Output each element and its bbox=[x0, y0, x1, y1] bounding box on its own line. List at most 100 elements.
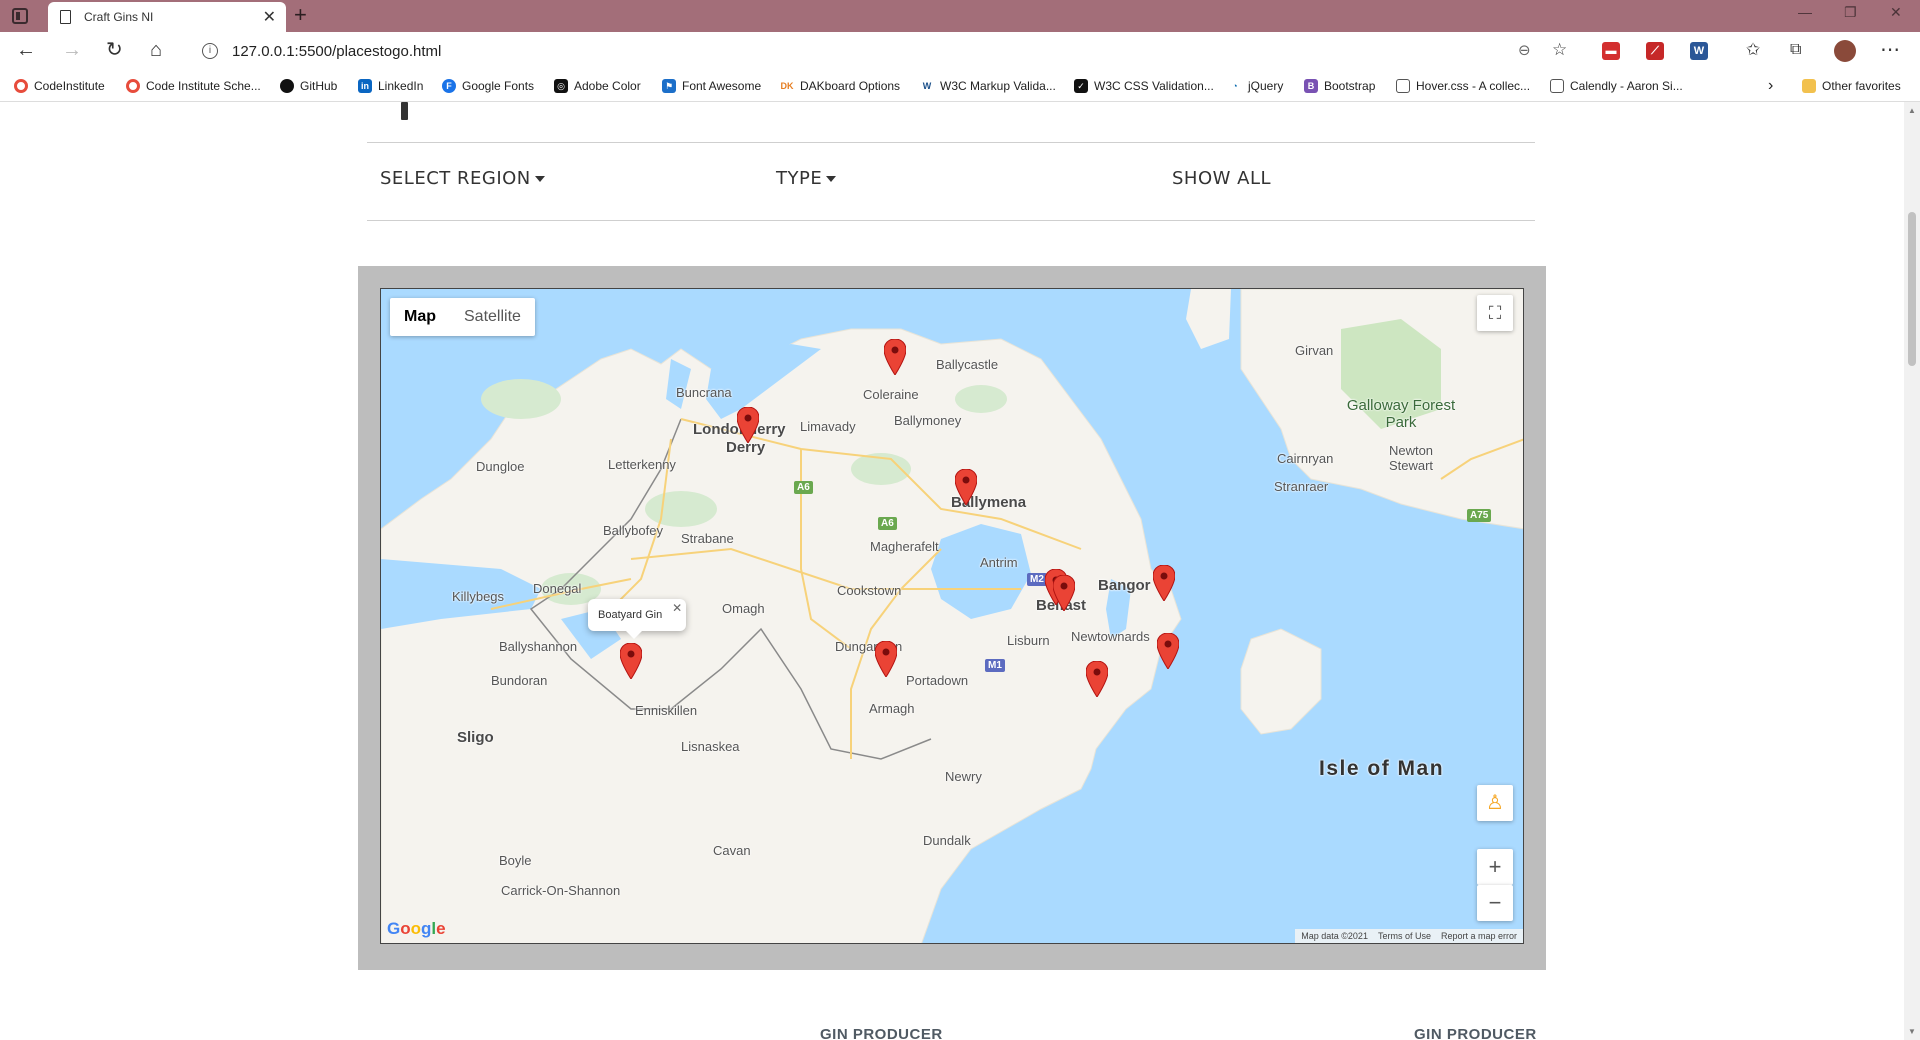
place-label: Coleraine bbox=[863, 387, 919, 402]
extension-red-icon[interactable]: ▬ bbox=[1602, 42, 1620, 60]
terms-of-use-link[interactable]: Terms of Use bbox=[1378, 931, 1431, 941]
zoom-icon[interactable]: ⊖ bbox=[1518, 40, 1531, 62]
place-label: Newton Stewart bbox=[1388, 443, 1434, 473]
dakboard-icon: DK bbox=[780, 79, 794, 93]
map-marker-icon[interactable] bbox=[737, 407, 759, 443]
new-tab-icon[interactable]: + bbox=[294, 2, 307, 28]
more-menu-icon[interactable]: ⋯ bbox=[1880, 39, 1900, 61]
place-label: Cairnryan bbox=[1277, 451, 1334, 466]
favorite-star-icon[interactable]: ☆ bbox=[1552, 39, 1567, 61]
codeinstitute-icon bbox=[126, 79, 140, 93]
map-type-map-button[interactable]: Map bbox=[390, 298, 450, 336]
map-marker-icon[interactable] bbox=[1086, 661, 1108, 697]
bookmark-linkedin[interactable]: in LinkedIn bbox=[358, 77, 423, 95]
bookmark-font-awesome[interactable]: ⚑ Font Awesome bbox=[662, 77, 761, 95]
minimize-icon[interactable]: — bbox=[1798, 4, 1812, 20]
bookmark-dakboard[interactable]: DK DAKboard Options bbox=[780, 77, 900, 95]
map-marker-icon[interactable] bbox=[620, 643, 642, 679]
window-close-icon[interactable]: ✕ bbox=[1890, 4, 1902, 21]
info-window-close-icon[interactable]: ✕ bbox=[672, 601, 682, 615]
home-icon[interactable]: ⌂ bbox=[150, 39, 162, 61]
bookmark-bootstrap[interactable]: B Bootstrap bbox=[1304, 77, 1375, 95]
bookmark-codeinstitute[interactable]: CodeInstitute bbox=[14, 77, 105, 95]
place-label: Ballycastle bbox=[936, 357, 999, 372]
map-type-control: Map Satellite bbox=[390, 298, 535, 336]
partial-element bbox=[401, 102, 408, 120]
linkedin-icon: in bbox=[358, 79, 372, 93]
bookmark-calendly[interactable]: Calendly - Aaron Si... bbox=[1550, 77, 1683, 95]
map-marker-icon[interactable] bbox=[875, 641, 897, 677]
place-label: Isle of Man bbox=[1319, 757, 1445, 780]
scroll-down-icon[interactable]: ▼ bbox=[1908, 1027, 1916, 1036]
google-map[interactable]: Map Satellite ⛶ ♙ + − Ballycastle Colera… bbox=[380, 288, 1524, 944]
place-label: Portadown bbox=[906, 673, 969, 688]
place-label: Ballymoney bbox=[894, 413, 962, 428]
bookmark-adobe-color[interactable]: ◎ Adobe Color bbox=[554, 77, 641, 95]
favorites-icon[interactable]: ✩ bbox=[1746, 39, 1760, 61]
bookmarks-overflow-icon[interactable]: › bbox=[1768, 77, 1773, 95]
page-icon bbox=[60, 10, 71, 24]
road-shield: M2 bbox=[1027, 573, 1047, 586]
bookmark-w3c-markup[interactable]: W W3C Markup Valida... bbox=[920, 77, 1056, 95]
type-label: TYPE bbox=[776, 168, 823, 189]
place-label: Bundoran bbox=[491, 673, 548, 688]
street-view-pegman-icon[interactable]: ♙ bbox=[1477, 785, 1513, 821]
place-label: Bangor bbox=[1098, 577, 1151, 594]
section-heading: GIN PRODUCER bbox=[820, 1026, 943, 1040]
scroll-up-icon[interactable]: ▲ bbox=[1908, 106, 1916, 115]
select-region-dropdown[interactable]: SELECT REGION bbox=[380, 168, 545, 189]
map-attribution: Map data ©2021 Terms of Use Report a map… bbox=[1295, 929, 1523, 943]
map-marker-icon[interactable] bbox=[1053, 575, 1075, 611]
other-favorites[interactable]: Other favorites bbox=[1802, 77, 1901, 95]
divider-top bbox=[367, 142, 1535, 143]
road-shield: A75 bbox=[1467, 509, 1492, 522]
scroll-thumb[interactable] bbox=[1908, 212, 1916, 366]
restore-icon[interactable]: ❐ bbox=[1844, 4, 1857, 21]
bookmark-github[interactable]: GitHub bbox=[280, 77, 337, 95]
extension-word-icon[interactable]: W bbox=[1690, 42, 1708, 60]
google-fonts-icon: F bbox=[442, 79, 456, 93]
address-bar[interactable]: i 127.0.0.1:5500/placestogo.html ⊖ bbox=[188, 36, 1548, 66]
place-label: Newtownards bbox=[1071, 629, 1150, 644]
type-dropdown[interactable]: TYPE bbox=[776, 168, 837, 189]
place-label: Lisburn bbox=[1007, 633, 1050, 648]
bookmark-jquery[interactable]: ◔ jQuery bbox=[1228, 77, 1283, 95]
map-marker-icon[interactable] bbox=[884, 339, 906, 375]
report-map-error-link[interactable]: Report a map error bbox=[1441, 931, 1517, 941]
road-shield: M1 bbox=[985, 659, 1005, 672]
refresh-icon[interactable]: ↻ bbox=[106, 39, 123, 61]
back-icon[interactable]: ← bbox=[16, 39, 36, 61]
place-label: Lisnaskea bbox=[681, 739, 740, 754]
tab-title: Craft Gins NI bbox=[84, 10, 154, 24]
tab-actions-icon[interactable] bbox=[12, 8, 28, 24]
close-tab-icon[interactable]: ✕ bbox=[263, 7, 276, 27]
extension-pdf-icon[interactable]: ⟋ bbox=[1646, 42, 1664, 60]
bookmark-google-fonts[interactable]: F Google Fonts bbox=[442, 77, 534, 95]
map-type-satellite-button[interactable]: Satellite bbox=[450, 298, 535, 336]
bookmark-w3c-css[interactable]: ✓ W3C CSS Validation... bbox=[1074, 77, 1214, 95]
folder-icon bbox=[1802, 79, 1816, 93]
map-marker-icon[interactable] bbox=[1157, 633, 1179, 669]
zoom-in-button[interactable]: + bbox=[1477, 849, 1513, 885]
zoom-out-button[interactable]: − bbox=[1477, 885, 1513, 921]
profile-avatar[interactable] bbox=[1834, 40, 1856, 62]
place-label: Limavady bbox=[800, 419, 856, 434]
bookmark-hover-css[interactable]: Hover.css - A collec... bbox=[1396, 77, 1530, 95]
page-scrollbar[interactable]: ▲ ▼ bbox=[1904, 102, 1920, 1040]
forward-icon[interactable]: → bbox=[62, 39, 82, 61]
map-marker-icon[interactable] bbox=[1153, 565, 1175, 601]
calendly-icon bbox=[1550, 79, 1564, 93]
tab-strip: Craft Gins NI ✕ + — ❐ ✕ bbox=[0, 0, 1920, 32]
site-info-icon[interactable]: i bbox=[202, 43, 218, 59]
github-icon bbox=[280, 79, 294, 93]
place-label: Omagh bbox=[722, 601, 765, 616]
place-label: Magherafelt bbox=[870, 539, 939, 554]
bookmark-code-institute-schedule[interactable]: Code Institute Sche... bbox=[126, 77, 261, 95]
browser-tab[interactable]: Craft Gins NI ✕ bbox=[48, 2, 286, 32]
collections-icon[interactable]: ⧉ bbox=[1790, 39, 1801, 61]
map-marker-icon[interactable] bbox=[955, 469, 977, 505]
fullscreen-icon[interactable]: ⛶ bbox=[1477, 295, 1513, 331]
codeinstitute-icon bbox=[14, 79, 28, 93]
url-text: 127.0.0.1:5500/placestogo.html bbox=[232, 43, 442, 60]
show-all-button[interactable]: SHOW ALL bbox=[1172, 168, 1271, 189]
